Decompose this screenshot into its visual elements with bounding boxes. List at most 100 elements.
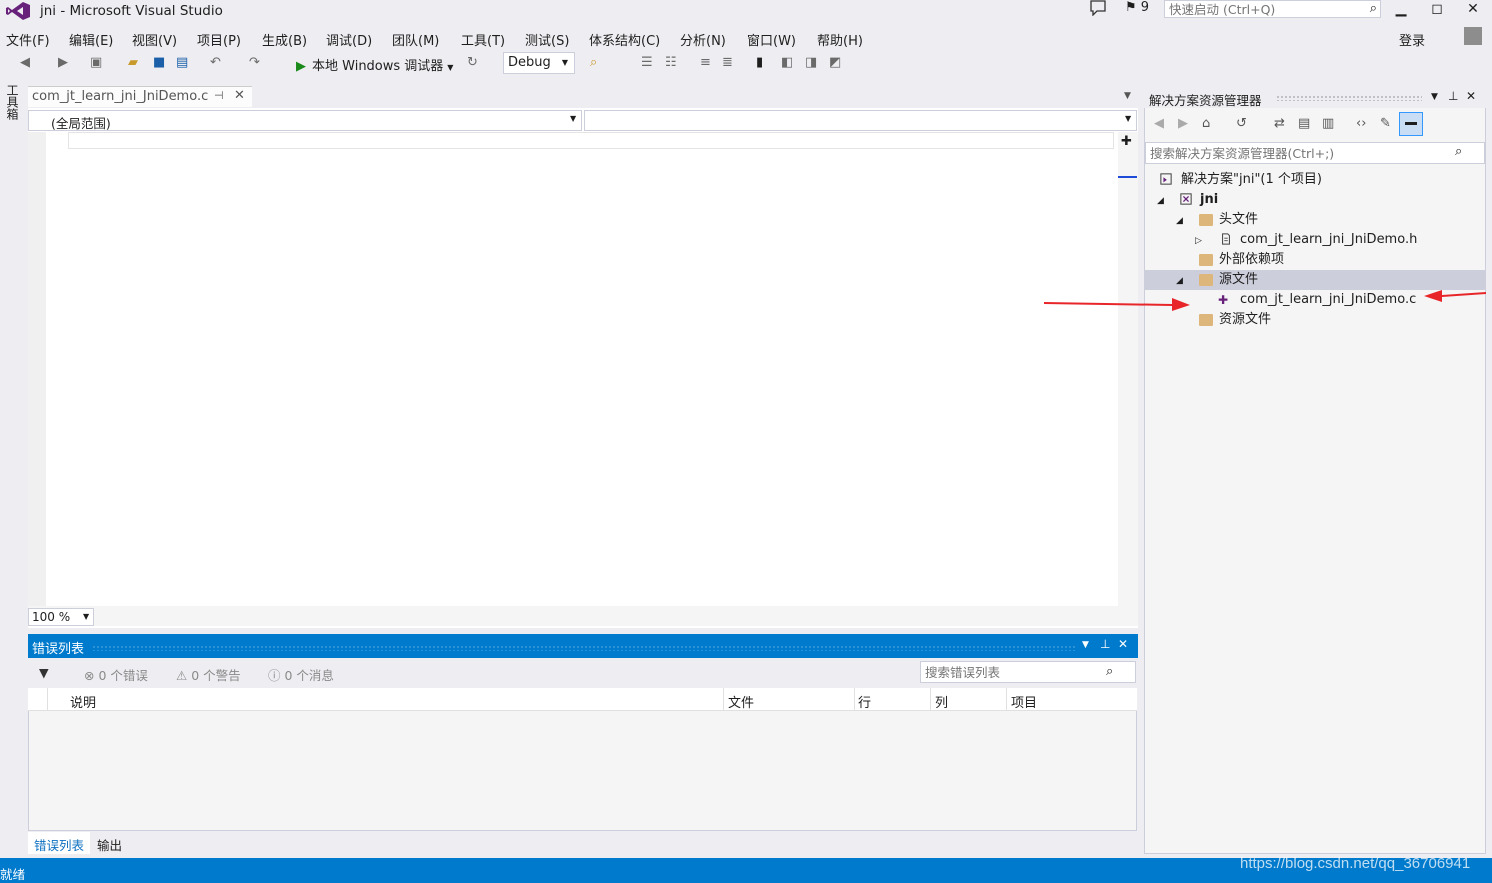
- toolbox-tab[interactable]: 工具箱: [4, 84, 21, 120]
- close-button[interactable]: ✕: [1455, 0, 1491, 20]
- messages-filter[interactable]: ⓘ 0 个消息: [268, 665, 334, 684]
- current-line-highlight[interactable]: [68, 132, 1114, 149]
- menu-debug[interactable]: 调试(D): [326, 30, 372, 49]
- errors-filter[interactable]: ⊗ 0 个错误: [84, 665, 148, 684]
- refresh-icon[interactable]: ↻: [467, 55, 478, 70]
- navigate-forward-icon[interactable]: ▶: [58, 55, 68, 70]
- find-in-files-icon[interactable]: ⌕: [590, 55, 597, 70]
- comment-icon[interactable]: ☰: [641, 55, 653, 70]
- preview-selected-items-button[interactable]: [1399, 112, 1423, 136]
- search-icon[interactable]: ⌕: [1106, 664, 1113, 679]
- column-file[interactable]: 文件: [728, 692, 754, 711]
- history-icon[interactable]: ↺: [1236, 116, 1247, 131]
- tree-item-project-jni[interactable]: ◢ jni: [1145, 190, 1485, 210]
- chevron-down-icon[interactable]: ▼: [570, 114, 576, 123]
- split-window-icon[interactable]: ✚: [1121, 134, 1132, 149]
- undo-icon[interactable]: ↶: [210, 55, 221, 70]
- outdent-icon[interactable]: ≣: [722, 55, 733, 70]
- expanded-toggle-icon[interactable]: ◢: [1176, 211, 1183, 231]
- tab-overflow-chevron-icon[interactable]: ▼: [1124, 91, 1131, 101]
- redo-icon[interactable]: ↷: [249, 55, 260, 70]
- members-dropdown[interactable]: [584, 110, 1137, 131]
- expanded-toggle-icon[interactable]: ◢: [1176, 271, 1183, 291]
- drag-grip[interactable]: [1276, 95, 1422, 101]
- menu-build[interactable]: 生成(B): [262, 30, 307, 49]
- start-debugging-button[interactable]: ▶ 本地 Windows 调试器 ▼: [296, 55, 453, 74]
- minimize-button[interactable]: ▁: [1383, 0, 1419, 20]
- expanded-toggle-icon[interactable]: ◢: [1157, 191, 1164, 211]
- prev-bookmark-icon[interactable]: ◧: [781, 55, 793, 70]
- drag-grip[interactable]: [92, 645, 1076, 651]
- forward-icon[interactable]: ▶: [1178, 116, 1188, 131]
- chevron-down-icon[interactable]: ▼: [1431, 92, 1438, 102]
- menu-tools[interactable]: 工具(T): [461, 30, 505, 49]
- clear-bookmarks-icon[interactable]: ◩: [829, 55, 841, 70]
- save-icon[interactable]: ■: [153, 55, 165, 70]
- collapsed-toggle-icon[interactable]: ▷: [1195, 231, 1202, 251]
- account-avatar-icon[interactable]: [1464, 27, 1482, 45]
- tab-output[interactable]: 输出: [97, 835, 122, 854]
- uncomment-icon[interactable]: ☷: [665, 55, 677, 70]
- solution-explorer-search-input[interactable]: [1146, 143, 1446, 163]
- menu-team[interactable]: 团队(M): [392, 30, 439, 49]
- tree-item-header-file[interactable]: ▷ com_jt_learn_jni_JniDemo.h: [1145, 230, 1485, 250]
- scope-dropdown[interactable]: [28, 110, 582, 131]
- tree-item-solution[interactable]: 解决方案"jni"(1 个项目): [1145, 170, 1485, 190]
- code-editor[interactable]: [28, 108, 1138, 628]
- tree-item-header-files[interactable]: ◢ 头文件: [1145, 210, 1485, 230]
- warnings-filter[interactable]: ⚠ 0 个警告: [176, 665, 241, 684]
- show-all-files-icon[interactable]: ▥: [1322, 116, 1334, 131]
- menu-test[interactable]: 测试(S): [525, 30, 569, 49]
- back-icon[interactable]: ◀: [1154, 116, 1164, 131]
- next-bookmark-icon[interactable]: ◨: [805, 55, 817, 70]
- horizontal-scrollbar[interactable]: [28, 606, 1138, 626]
- open-file-icon[interactable]: ▰: [128, 55, 138, 70]
- solution-configuration-select[interactable]: Debug ▼: [503, 52, 575, 74]
- quick-launch-box[interactable]: ⌕: [1164, 0, 1381, 18]
- menu-help[interactable]: 帮助(H): [817, 30, 863, 49]
- menu-file[interactable]: 文件(F): [6, 30, 50, 49]
- tree-item-external-dependencies[interactable]: 外部依赖项: [1145, 250, 1485, 270]
- chevron-down-icon[interactable]: ▼: [83, 612, 89, 621]
- vertical-scrollbar[interactable]: [1118, 132, 1138, 608]
- properties-wrench-icon[interactable]: ✎: [1380, 116, 1391, 131]
- menu-view[interactable]: 视图(V): [132, 30, 177, 49]
- save-all-icon[interactable]: ▤: [176, 55, 188, 70]
- chevron-down-icon[interactable]: ▼: [1082, 640, 1089, 650]
- indent-icon[interactable]: ≡: [700, 55, 711, 70]
- column-line[interactable]: 行: [858, 692, 871, 711]
- close-icon[interactable]: ✕: [1466, 89, 1476, 103]
- sync-icon[interactable]: ⇄: [1274, 116, 1285, 131]
- error-list-search-input[interactable]: [921, 662, 1101, 682]
- new-project-icon[interactable]: ▣: [90, 55, 102, 70]
- view-code-icon[interactable]: ‹›: [1356, 116, 1366, 131]
- column-project[interactable]: 项目: [1011, 692, 1037, 711]
- chevron-down-icon[interactable]: ▼: [1125, 114, 1131, 123]
- menu-edit[interactable]: 编辑(E): [69, 30, 113, 49]
- close-icon[interactable]: ✕: [1118, 637, 1128, 651]
- solution-explorer-search-box[interactable]: [1145, 142, 1485, 164]
- search-icon[interactable]: ⌕: [1370, 1, 1377, 16]
- column-column[interactable]: 列: [935, 692, 948, 711]
- pin-icon[interactable]: ⊥: [1448, 89, 1458, 103]
- error-list-search-box[interactable]: [920, 661, 1136, 683]
- maximize-button[interactable]: ◻: [1419, 0, 1455, 20]
- document-tab-label[interactable]: com_jt_learn_jni_JniDemo.c: [32, 89, 208, 104]
- menu-analyze[interactable]: 分析(N): [680, 30, 726, 49]
- notification-flag-icon[interactable]: [1089, 0, 1107, 16]
- tab-error-list-label[interactable]: 错误列表: [34, 835, 84, 854]
- login-link[interactable]: 登录: [1399, 30, 1425, 49]
- quick-launch-input[interactable]: [1165, 1, 1355, 17]
- home-icon[interactable]: ⌂: [1202, 116, 1210, 131]
- navigate-back-icon[interactable]: ◀: [20, 55, 30, 70]
- pin-icon[interactable]: ⊣: [214, 89, 224, 102]
- menu-project[interactable]: 项目(P): [197, 30, 241, 49]
- feedback-counter[interactable]: ⚑ 9: [1125, 0, 1149, 15]
- tree-item-resource-files[interactable]: 资源文件: [1145, 310, 1485, 330]
- pin-icon[interactable]: ⊥: [1100, 637, 1110, 651]
- collapse-all-icon[interactable]: ▤: [1298, 116, 1310, 131]
- search-icon[interactable]: ⌕: [1455, 144, 1462, 159]
- close-icon[interactable]: ✕: [234, 88, 245, 103]
- menu-window[interactable]: 窗口(W): [747, 30, 796, 49]
- column-description[interactable]: 说明: [70, 692, 96, 711]
